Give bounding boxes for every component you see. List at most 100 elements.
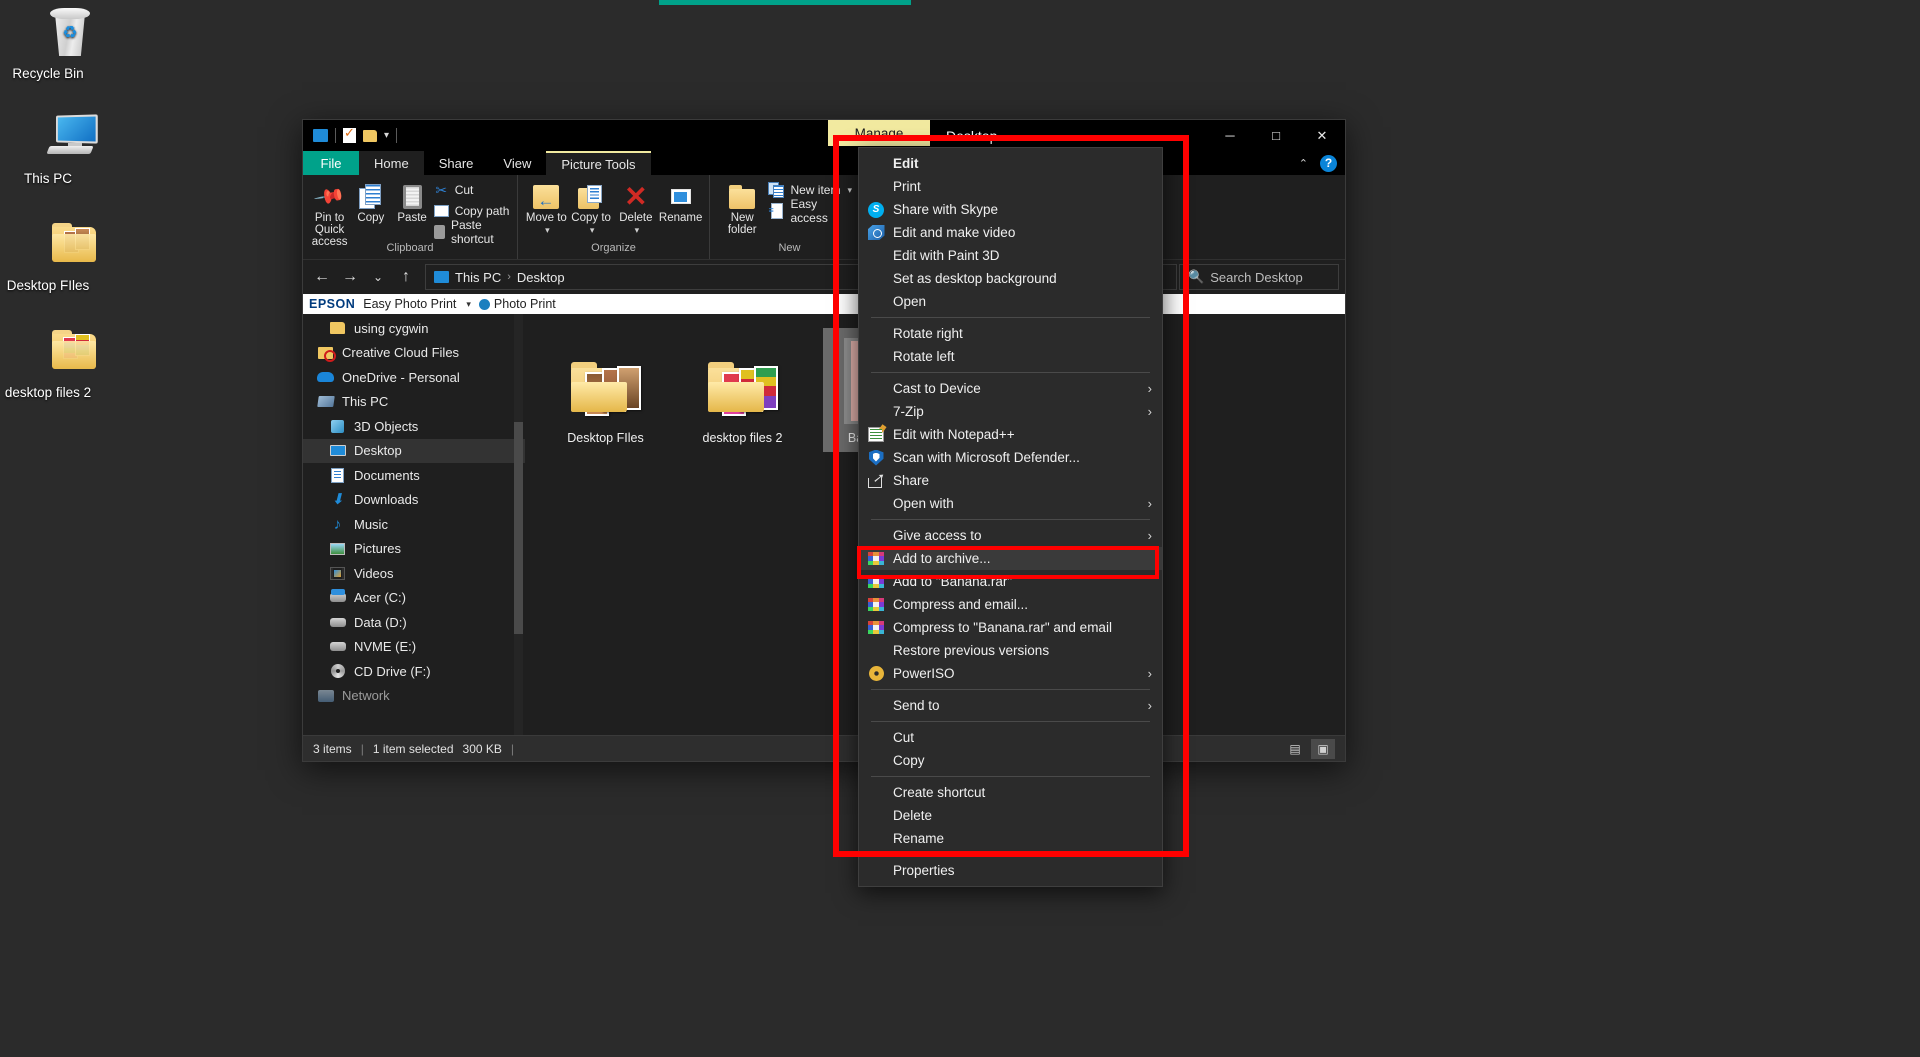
- menu-item-open-with[interactable]: Open with ›: [859, 492, 1162, 515]
- breadcrumb-this-pc[interactable]: This PC: [455, 270, 501, 285]
- paste-button[interactable]: Paste: [391, 177, 432, 224]
- delete-button[interactable]: ✕ Delete ▾: [614, 177, 659, 236]
- nav-item-music[interactable]: ♪ Music: [303, 512, 525, 537]
- nav-item-cd-drive-f[interactable]: CD Drive (F:): [303, 659, 525, 684]
- help-icon[interactable]: ?: [1320, 155, 1337, 172]
- menu-item-set-as-desktop-background[interactable]: Set as desktop background: [859, 267, 1162, 290]
- menu-item-give-access-to[interactable]: Give access to ›: [859, 524, 1162, 547]
- menu-item-restore-previous-versions[interactable]: Restore previous versions: [859, 639, 1162, 662]
- paste-shortcut-button[interactable]: Paste shortcut: [433, 223, 511, 241]
- context-menu[interactable]: Edit Print S Share with Skype Edit and m…: [858, 147, 1163, 887]
- tab-view[interactable]: View: [488, 151, 546, 175]
- nav-item-pictures[interactable]: Pictures: [303, 537, 525, 562]
- nav-item-downloads[interactable]: ⬇ Downloads: [303, 488, 525, 513]
- notepadpp-icon: [859, 427, 893, 442]
- menu-item-properties[interactable]: Properties: [859, 859, 1162, 882]
- menu-item-add-to-archive[interactable]: Add to archive...: [859, 547, 1162, 570]
- menu-item-cast-to-device[interactable]: Cast to Device ›: [859, 377, 1162, 400]
- file-item-desktop-files-2[interactable]: desktop files 2: [686, 328, 799, 452]
- menu-item-delete[interactable]: Delete: [859, 804, 1162, 827]
- move-to-button[interactable]: ← Move to ▾: [524, 177, 569, 236]
- nav-item-using-cygwin[interactable]: using cygwin: [303, 316, 525, 341]
- menu-item-open[interactable]: Open: [859, 290, 1162, 313]
- recent-locations-button[interactable]: ⌄: [365, 264, 391, 290]
- paste-icon: [403, 182, 422, 212]
- nav-item-data-d[interactable]: Data (D:): [303, 610, 525, 635]
- menu-item-share[interactable]: Share: [859, 469, 1162, 492]
- easy-access-button[interactable]: ≡ Easy access ▾: [768, 202, 863, 220]
- nav-item-desktop[interactable]: Desktop: [303, 439, 525, 464]
- nav-item-acer-c[interactable]: Acer (C:): [303, 586, 525, 611]
- menu-item-create-shortcut[interactable]: Create shortcut: [859, 781, 1162, 804]
- desktop-icon-desktop-files-2[interactable]: desktop files 2: [0, 327, 96, 401]
- tab-share[interactable]: Share: [424, 151, 489, 175]
- chevron-right-icon: ›: [1148, 496, 1152, 511]
- nav-item-onedrive-personal[interactable]: OneDrive - Personal: [303, 365, 525, 390]
- chevron-down-icon[interactable]: ▾: [590, 224, 595, 236]
- nav-scrollbar-thumb[interactable]: [514, 422, 523, 634]
- large-icons-view-icon[interactable]: ▣: [1311, 739, 1335, 759]
- desktop-icon-label: Recycle Bin: [0, 66, 96, 82]
- chevron-down-icon[interactable]: ▾: [466, 299, 471, 310]
- chevron-down-icon[interactable]: ▾: [545, 224, 550, 236]
- nav-item-videos[interactable]: Videos: [303, 561, 525, 586]
- tab-file[interactable]: File: [303, 151, 359, 175]
- back-button[interactable]: ←: [309, 264, 335, 290]
- desktop-icon-this-pc[interactable]: This PC: [0, 113, 96, 187]
- nav-item-documents[interactable]: Documents: [303, 463, 525, 488]
- nav-item-network[interactable]: Network: [303, 684, 525, 709]
- tab-picture-tools[interactable]: Picture Tools: [546, 151, 650, 175]
- close-button[interactable]: ✕: [1299, 120, 1345, 151]
- desktop-icon-recycle-bin[interactable]: ♻ Recycle Bin: [0, 8, 96, 82]
- menu-item-cut[interactable]: Cut: [859, 726, 1162, 749]
- forward-button[interactable]: →: [337, 264, 363, 290]
- search-box[interactable]: 🔍 Search Desktop: [1179, 264, 1339, 290]
- tab-home[interactable]: Home: [359, 151, 424, 175]
- menu-item-print[interactable]: Print: [859, 175, 1162, 198]
- desktop-icon-desktop-files[interactable]: Desktop FIles: [0, 220, 96, 294]
- up-button[interactable]: ↑: [393, 264, 419, 290]
- chevron-right-icon: ›: [1148, 528, 1152, 543]
- nav-item-creative-cloud-files[interactable]: Creative Cloud Files: [303, 341, 525, 366]
- pin-to-quick-access-button[interactable]: 📌 Pin to Quick access: [309, 177, 350, 248]
- menu-item-rename[interactable]: Rename: [859, 827, 1162, 850]
- explorer-icon[interactable]: [313, 129, 328, 142]
- copy-to-button[interactable]: Copy to ▾: [569, 177, 614, 236]
- nav-item-this-pc[interactable]: This PC: [303, 390, 525, 415]
- details-view-icon[interactable]: ▤: [1283, 739, 1307, 759]
- explorer-main: using cygwin Creative Cloud Files OneDri…: [303, 314, 1345, 735]
- menu-item-edit-and-make-video[interactable]: Edit and make video: [859, 221, 1162, 244]
- cut-button[interactable]: ✂ Cut: [433, 181, 511, 199]
- menu-item-poweriso[interactable]: PowerISO ›: [859, 662, 1162, 685]
- menu-item-edit-with-notepadpp[interactable]: Edit with Notepad++: [859, 423, 1162, 446]
- nav-item-nvme-e[interactable]: NVME (E:): [303, 635, 525, 660]
- quick-access-toolbar[interactable]: ▾: [303, 128, 397, 143]
- menu-item-compress-to-banana-rar-and-email[interactable]: Compress to "Banana.rar" and email: [859, 616, 1162, 639]
- epson-photo-print-button[interactable]: Photo Print: [479, 297, 556, 311]
- menu-item-rotate-right[interactable]: Rotate right: [859, 322, 1162, 345]
- breadcrumb-desktop[interactable]: Desktop: [517, 270, 565, 285]
- customize-dropdown-icon[interactable]: ▾: [384, 131, 389, 141]
- minimize-button[interactable]: ─: [1207, 120, 1253, 151]
- menu-item-share-with-skype[interactable]: S Share with Skype: [859, 198, 1162, 221]
- rename-button[interactable]: Rename: [658, 177, 703, 224]
- menu-item-edit[interactable]: Edit: [859, 152, 1162, 175]
- nav-item-3d-objects[interactable]: 3D Objects: [303, 414, 525, 439]
- menu-item-add-to-banana-rar[interactable]: Add to "Banana.rar": [859, 570, 1162, 593]
- copy-button[interactable]: Copy: [350, 177, 391, 224]
- file-item-desktop-files[interactable]: Desktop FIles: [549, 328, 662, 452]
- new-folder-icon[interactable]: [363, 130, 377, 142]
- maximize-button[interactable]: □: [1253, 120, 1299, 151]
- collapse-ribbon-icon[interactable]: ⌃: [1299, 157, 1308, 170]
- properties-icon[interactable]: [343, 128, 356, 143]
- menu-item-7-zip[interactable]: 7-Zip ›: [859, 400, 1162, 423]
- new-folder-button[interactable]: New folder: [716, 177, 768, 236]
- chevron-down-icon[interactable]: ▾: [847, 185, 852, 196]
- menu-item-rotate-left[interactable]: Rotate left: [859, 345, 1162, 368]
- menu-item-send-to[interactable]: Send to ›: [859, 694, 1162, 717]
- menu-item-compress-and-email[interactable]: Compress and email...: [859, 593, 1162, 616]
- menu-item-scan-with-microsoft-defender[interactable]: Scan with Microsoft Defender...: [859, 446, 1162, 469]
- chevron-down-icon[interactable]: ▾: [635, 224, 640, 236]
- menu-item-edit-with-paint-3d[interactable]: Edit with Paint 3D: [859, 244, 1162, 267]
- menu-item-copy[interactable]: Copy: [859, 749, 1162, 772]
